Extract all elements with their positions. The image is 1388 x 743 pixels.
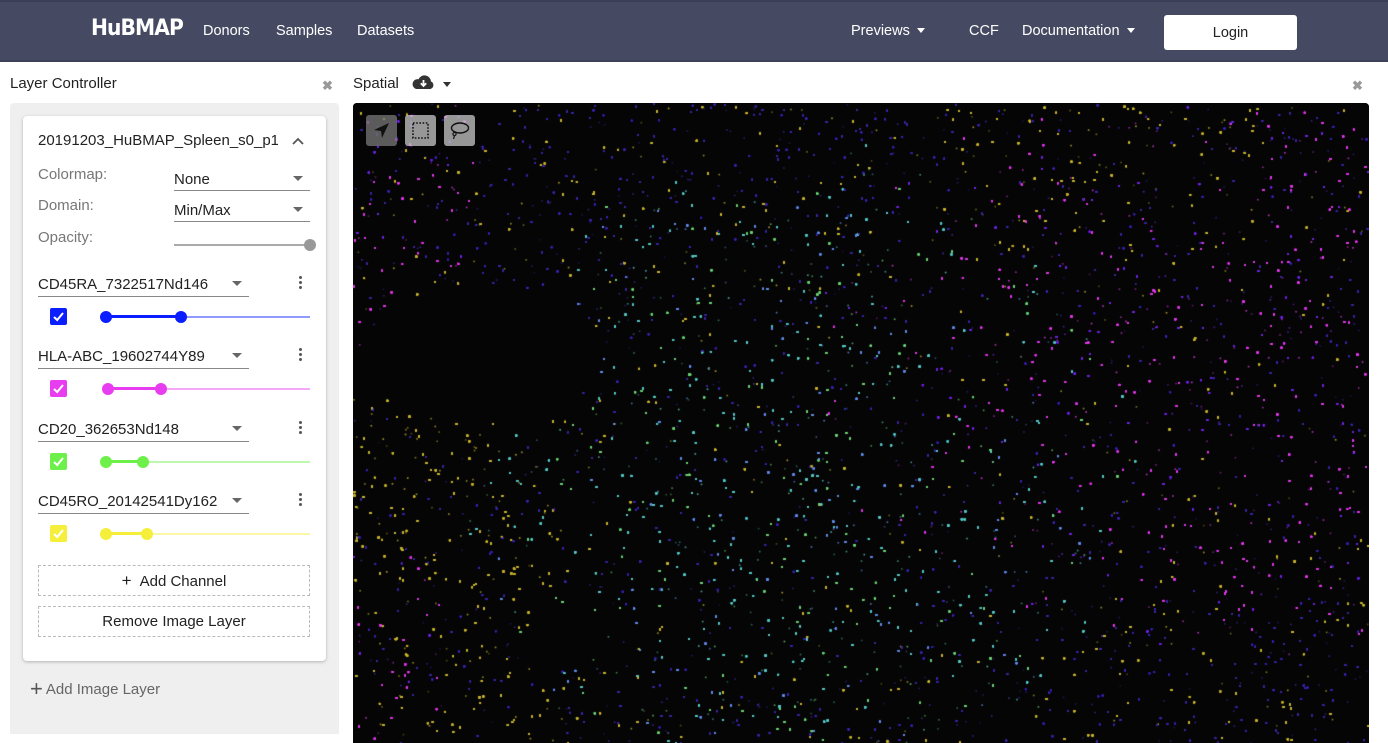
channel-row: CD20_362653Nd148 [23, 417, 326, 489]
nav-link-datasets[interactable]: Datasets [357, 23, 414, 39]
hubmap-logo[interactable]: HuBMAP [91, 16, 184, 41]
channel-name: CD20_362653Nd148 [38, 421, 179, 438]
channel-slider-range [106, 315, 182, 318]
nav-link-donors[interactable]: Donors [203, 23, 250, 39]
caret-down-icon [293, 176, 303, 181]
chevron-up-icon[interactable] [291, 136, 305, 146]
channel-slider-thumb-low[interactable] [102, 383, 115, 395]
domain-label: Domain: [38, 197, 94, 214]
channel-visibility-checkbox[interactable] [50, 308, 67, 325]
nav-dropdown-documentation[interactable]: Documentation [1022, 23, 1135, 39]
colormap-value: None [174, 171, 210, 188]
more-vert-icon[interactable] [296, 348, 304, 364]
channel-slider-thumb-low[interactable] [100, 528, 112, 540]
more-vert-icon[interactable] [296, 493, 304, 509]
caret-down-icon [293, 207, 303, 212]
add-channel-label: Add Channel [139, 573, 227, 590]
navigation-arrow-icon [374, 123, 389, 138]
spatial-image-view[interactable] [353, 103, 1369, 743]
colormap-select[interactable]: None [174, 165, 310, 191]
channel-select[interactable]: CD20_362653Nd148 [38, 417, 249, 442]
check-icon [53, 312, 64, 322]
spatial-title: Spatial [353, 75, 399, 92]
top-navbar: HuBMAP Donors Samples Datasets Previews … [0, 0, 1388, 62]
more-vert-icon[interactable] [296, 421, 304, 437]
image-layer-card: 20191203_HuBMAP_Spleen_s0_p1 Colormap: N… [23, 116, 326, 661]
channel-row: HLA-ABC_19602744Y89 [23, 344, 326, 416]
channel-visibility-checkbox[interactable] [50, 525, 67, 542]
layer-controller-title: Layer Controller [10, 75, 117, 92]
plus-icon: + [30, 676, 43, 701]
lasso-icon [450, 122, 470, 140]
dotted-rectangle-icon [412, 122, 429, 139]
channel-slider-thumb-high[interactable] [136, 456, 149, 468]
check-icon [53, 384, 64, 394]
opacity-slider-thumb[interactable] [304, 239, 316, 251]
add-image-layer-label: Add Image Layer [45, 681, 161, 698]
channel-select[interactable]: CD45RA_7322517Nd146 [38, 272, 249, 297]
channel-name: HLA-ABC_19602744Y89 [38, 348, 205, 365]
add-channel-button[interactable]: + Add Channel [38, 565, 310, 596]
channel-visibility-checkbox[interactable] [50, 453, 67, 470]
channel-row: CD45RO_20142541Dy162 [23, 489, 326, 561]
colormap-label: Colormap: [38, 166, 108, 183]
pan-tool-button[interactable] [366, 115, 397, 146]
channel-slider-thumb-high[interactable] [155, 383, 168, 395]
rectangle-select-button[interactable] [405, 115, 436, 146]
channel-slider-thumb-low[interactable] [100, 456, 112, 468]
caret-down-icon [916, 28, 925, 33]
channel-select[interactable]: CD45RO_20142541Dy162 [38, 489, 249, 514]
nav-link-ccf[interactable]: CCF [969, 23, 999, 39]
remove-image-layer-button[interactable]: Remove Image Layer [38, 606, 310, 637]
channel-slider-range [108, 387, 162, 390]
plus-icon: + [121, 571, 132, 590]
opacity-label: Opacity: [38, 229, 94, 246]
nav-link-samples[interactable]: Samples [276, 23, 332, 39]
domain-value: Min/Max [174, 202, 231, 219]
channel-name: CD45RA_7322517Nd146 [38, 276, 209, 293]
lasso-select-button[interactable] [444, 115, 475, 146]
close-x-icon[interactable]: ✖ [322, 78, 333, 94]
opacity-slider-track[interactable] [174, 244, 310, 246]
channel-slider-thumb-high[interactable] [140, 528, 153, 540]
caret-down-icon [232, 498, 242, 503]
nav-previews-label: Previews [851, 23, 910, 39]
channel-visibility-checkbox[interactable] [50, 380, 67, 397]
close-x-icon[interactable]: ✖ [1352, 78, 1363, 94]
caret-down-icon [232, 281, 242, 286]
check-icon [53, 529, 64, 539]
add-image-layer-button[interactable]: + Add Image Layer [30, 676, 160, 702]
channel-row: CD45RA_7322517Nd146 [23, 272, 326, 344]
more-vert-icon[interactable] [296, 276, 304, 292]
caret-down-icon[interactable] [443, 82, 451, 87]
caret-down-icon [1126, 28, 1135, 33]
domain-select[interactable]: Min/Max [174, 196, 310, 222]
login-button[interactable]: Login [1164, 15, 1297, 50]
layer-name: 20191203_HuBMAP_Spleen_s0_p1 [38, 132, 278, 149]
tissue-image-canvas[interactable] [353, 103, 1369, 743]
check-icon [53, 457, 64, 467]
caret-down-icon [232, 426, 242, 431]
nav-dropdown-previews[interactable]: Previews [851, 23, 925, 39]
cloud-download-icon[interactable] [411, 74, 436, 92]
channel-slider-thumb-high[interactable] [175, 311, 188, 323]
channel-slider-thumb-low[interactable] [100, 311, 112, 323]
caret-down-icon [232, 353, 242, 358]
channel-select[interactable]: HLA-ABC_19602744Y89 [38, 344, 249, 369]
channel-name: CD45RO_20142541Dy162 [38, 493, 218, 510]
nav-documentation-label: Documentation [1022, 23, 1120, 39]
